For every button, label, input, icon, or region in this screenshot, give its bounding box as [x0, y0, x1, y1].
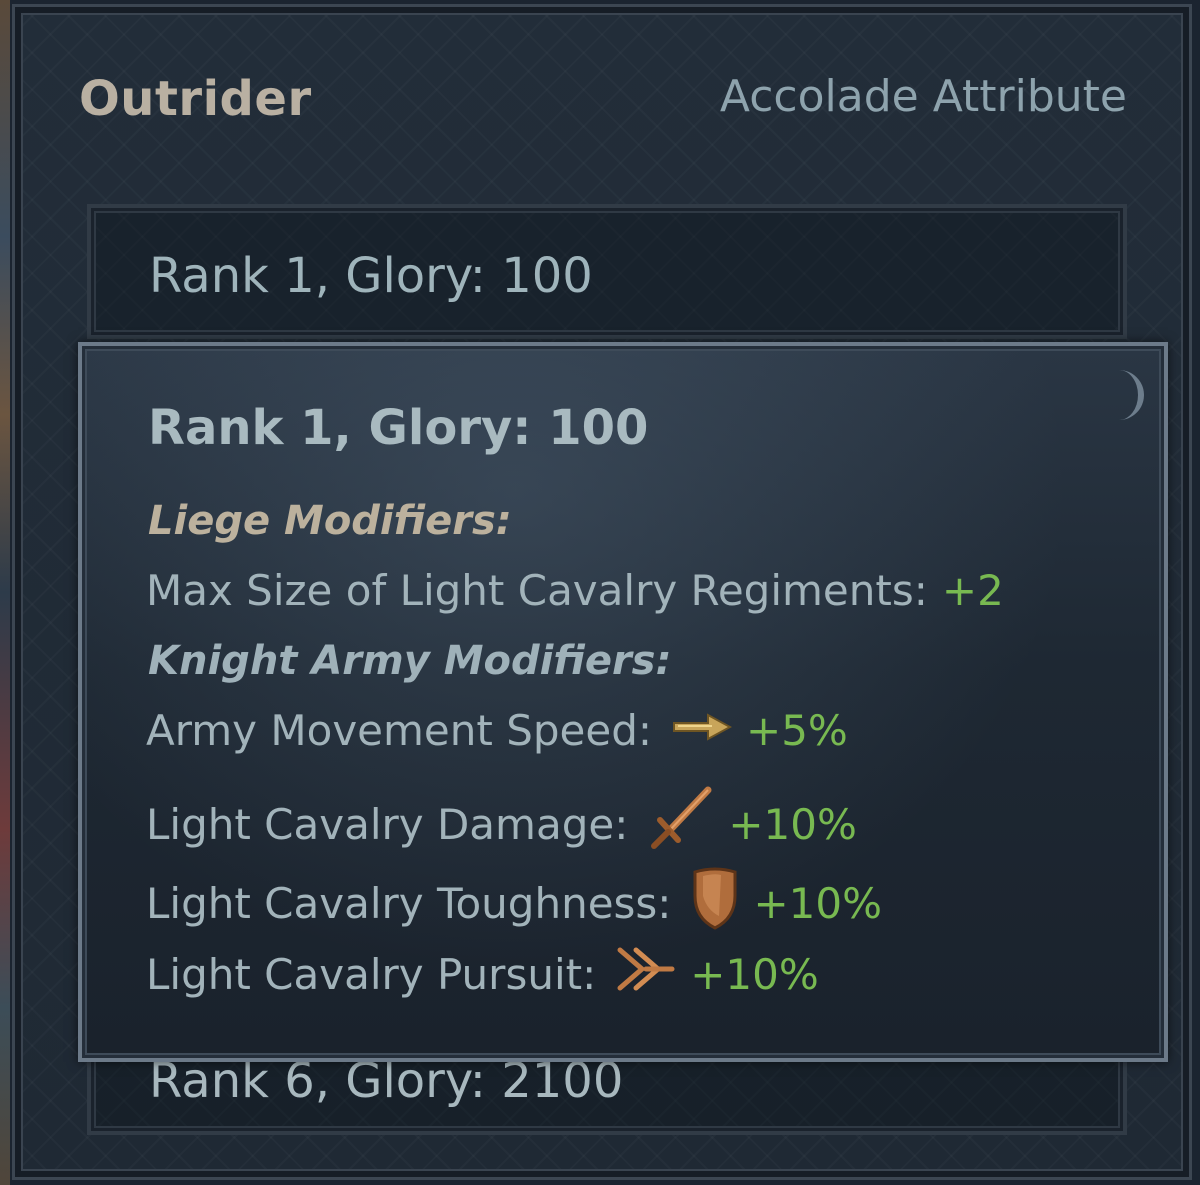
- modifier-label: Light Cavalry Pursuit:: [146, 949, 597, 999]
- modifier-label: Light Cavalry Toughness:: [146, 878, 672, 928]
- modifier-value: +10%: [690, 949, 819, 999]
- modifier-line: Max Size of Light Cavalry Regiments: +2: [146, 566, 1004, 615]
- liege-modifiers-header: Liege Modifiers:: [148, 498, 512, 544]
- movement-arrow-icon: [672, 706, 733, 755]
- modifier-line: Light Cavalry Pursuit: +10%: [146, 946, 819, 1002]
- rank-tooltip: Rank 1, Glory: 100 Liege Modifiers: Max …: [78, 342, 1168, 1062]
- tooltip-title: Rank 1, Glory: 100: [148, 400, 649, 456]
- modifier-line: Army Movement Speed: +5%: [146, 706, 848, 755]
- rank-row-label: Rank 1, Glory: 100: [149, 248, 593, 304]
- modifier-label: Army Movement Speed:: [146, 706, 653, 755]
- panel-subtitle: Accolade Attribute: [719, 71, 1127, 122]
- modifier-label: Max Size of Light Cavalry Regiments:: [146, 566, 928, 615]
- modifier-value: +10%: [753, 878, 882, 928]
- panel-title: Outrider: [79, 71, 312, 127]
- modifier-value: +5%: [746, 706, 848, 755]
- background-edge: [0, 0, 10, 1185]
- modifier-line: Light Cavalry Toughness: +10%: [146, 866, 882, 940]
- rank-row[interactable]: Rank 1, Glory: 100: [87, 204, 1127, 339]
- modifier-value: +10%: [728, 799, 857, 849]
- knight-army-modifiers-header: Knight Army Modifiers:: [148, 638, 672, 684]
- tooltip-lock-icon[interactable]: [1116, 370, 1144, 420]
- modifier-value: +2: [941, 566, 1004, 615]
- shield-icon: [691, 866, 739, 940]
- sword-icon: [648, 786, 714, 862]
- pursuit-chevrons-icon: [616, 946, 676, 1002]
- modifier-label: Light Cavalry Damage:: [146, 799, 629, 849]
- modifier-line: Light Cavalry Damage: +10%: [146, 786, 857, 862]
